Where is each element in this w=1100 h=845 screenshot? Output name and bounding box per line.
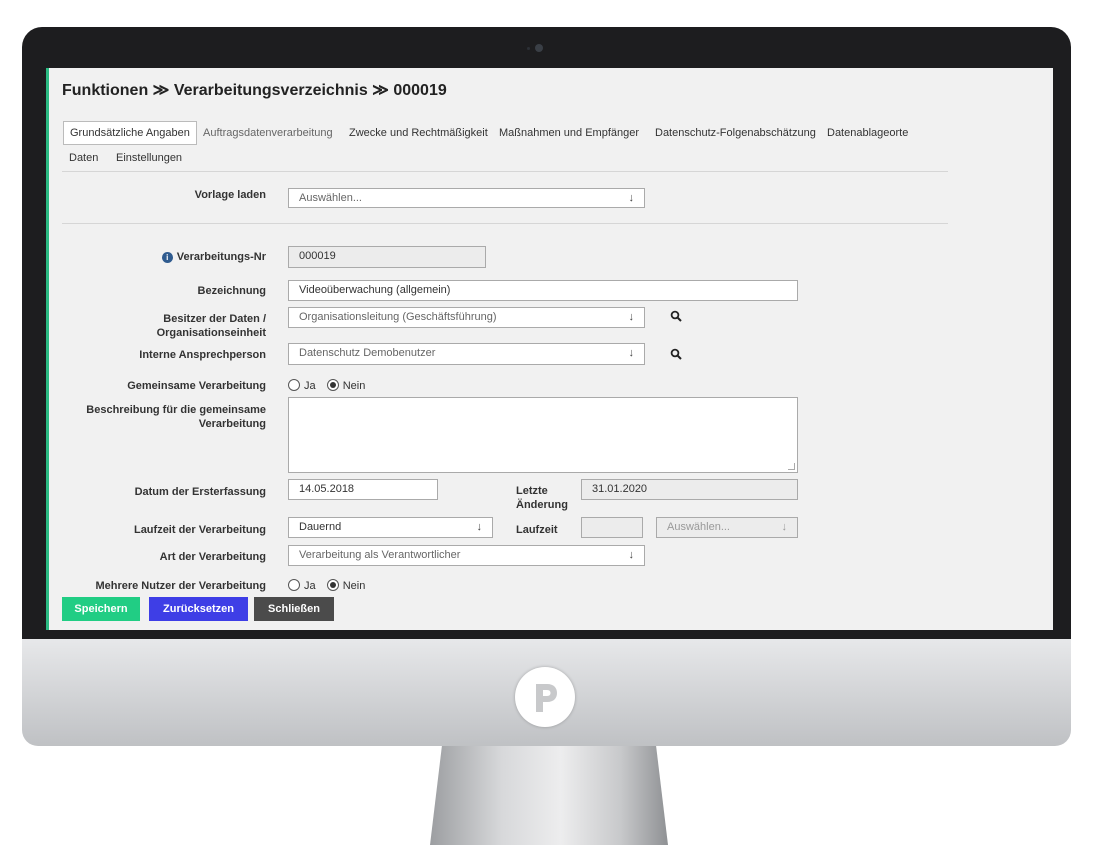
- gemeinsame-verarbeitung-radio-group: Ja Nein: [288, 379, 373, 392]
- logo-p-icon: [536, 684, 557, 712]
- art-verarbeitung-value: Verarbeitung als Verantwortlicher: [299, 549, 461, 561]
- verarbeitungs-nr-label: i Verarbeitungs-Nr: [46, 250, 266, 264]
- letzte-aenderung-field: 31.01.2020: [581, 479, 798, 500]
- letzte-aenderung-label-line-1: Letzte: [516, 485, 548, 497]
- radio-ja-label: Ja: [304, 380, 316, 392]
- brand-logo: [515, 667, 575, 727]
- radio-ja-label: Ja: [304, 580, 316, 592]
- arrow-down-icon: ↓: [628, 549, 635, 561]
- ansprechperson-label: Interne Ansprechperson: [139, 349, 266, 361]
- laufzeit-verarbeitung-select[interactable]: Dauernd ↓: [288, 517, 493, 538]
- tab-dsfa[interactable]: Datenschutz-Folgenabschätzung: [655, 127, 816, 139]
- mehrere-nutzer-radio-group: Ja Nein: [288, 579, 373, 592]
- besitzer-label-line-2: Organisationseinheit: [156, 327, 266, 339]
- ansprechperson-value: Datenschutz Demobenutzer: [299, 347, 436, 359]
- vorlage-label: Vorlage laden: [194, 189, 266, 201]
- tab-einstellungen[interactable]: Einstellungen: [116, 152, 182, 164]
- art-verarbeitung-select[interactable]: Verarbeitung als Verantwortlicher ↓: [288, 545, 645, 566]
- radio-ja[interactable]: [288, 579, 300, 591]
- radio-nein[interactable]: [326, 379, 339, 391]
- bezeichnung-label: Bezeichnung: [197, 285, 266, 297]
- letzte-aenderung-label-line-2: Änderung: [516, 499, 568, 511]
- arrow-down-icon: ↓: [628, 192, 635, 204]
- datum-ersterfassung-label: Datum der Ersterfassung: [134, 486, 266, 498]
- close-button[interactable]: Schließen: [254, 597, 334, 621]
- besitzer-label-line-1: Besitzer der Daten /: [163, 313, 266, 325]
- bezeichnung-input[interactable]: Videoüberwachung (allgemein): [288, 280, 798, 301]
- ansprechperson-select[interactable]: Datenschutz Demobenutzer ↓: [288, 343, 645, 365]
- beschreibung-label-line-1: Beschreibung für die gemeinsame: [86, 404, 266, 416]
- tab-auftragsdatenverarbeitung[interactable]: Auftragsdatenverarbeitung: [203, 127, 333, 139]
- art-verarbeitung-label: Art der Verarbeitung: [159, 551, 266, 563]
- tab-massnahmen[interactable]: Maßnahmen und Empfänger: [499, 127, 639, 139]
- laufzeit-verarbeitung-label: Laufzeit der Verarbeitung: [133, 524, 266, 536]
- search-icon[interactable]: [670, 310, 682, 322]
- beschreibung-label-line-2: Verarbeitung: [198, 418, 266, 430]
- radio-nein-label: Nein: [342, 580, 366, 592]
- arrow-down-icon: ↓: [628, 347, 635, 359]
- beschreibung-textarea[interactable]: [288, 397, 798, 473]
- info-icon[interactable]: i: [161, 252, 173, 263]
- laufzeit-einheit-select[interactable]: Auswählen... ↓: [656, 517, 798, 538]
- beschreibung-label: Beschreibung für die gemeinsame Verarbeit…: [46, 403, 266, 431]
- mehrere-nutzer-label: Mehrere Nutzer der Verarbeitung: [95, 580, 266, 592]
- resize-handle[interactable]: [788, 463, 795, 470]
- radio-nein-label: Nein: [342, 380, 366, 392]
- radio-ja[interactable]: [288, 379, 300, 391]
- besitzer-select[interactable]: Organisationsleitung (Geschäftsführung) …: [288, 307, 645, 328]
- divider: [62, 223, 948, 224]
- vorlage-placeholder: Auswählen...: [299, 192, 362, 204]
- laufzeit-label: Laufzeit: [516, 524, 558, 536]
- vorlage-select[interactable]: Auswählen... ↓: [288, 188, 645, 208]
- tab-zwecke[interactable]: Zwecke und Rechtmäßigkeit: [349, 127, 488, 139]
- tab-daten[interactable]: Daten: [69, 152, 98, 164]
- verarbeitungs-nr-field: 000019: [288, 246, 486, 268]
- radio-nein[interactable]: [326, 579, 339, 591]
- gemeinsame-verarbeitung-label: Gemeinsame Verarbeitung: [127, 380, 266, 392]
- verarbeitungs-nr-label-text: Verarbeitungs-Nr: [176, 251, 266, 263]
- save-button[interactable]: Speichern: [62, 597, 140, 621]
- besitzer-value: Organisationsleitung (Geschäftsführung): [299, 311, 497, 323]
- divider: [62, 171, 948, 172]
- besitzer-label: Besitzer der Daten / Organisationseinheit: [46, 312, 266, 340]
- page-title: Funktionen ≫ Verarbeitungsverzeichnis ≫ …: [62, 82, 447, 99]
- datum-ersterfassung-input[interactable]: 14.05.2018: [288, 479, 438, 500]
- arrow-down-icon: ↓: [628, 311, 635, 323]
- app-screen: Funktionen ≫ Verarbeitungsverzeichnis ≫ …: [46, 68, 1053, 630]
- camera-icon: [535, 44, 543, 52]
- camera-indicator: [527, 47, 530, 50]
- letzte-aenderung-label: Letzte Änderung: [516, 484, 576, 512]
- monitor-stand: [430, 746, 668, 845]
- arrow-down-icon: ↓: [476, 521, 483, 533]
- tab-datenablageorte[interactable]: Datenablageorte: [827, 127, 908, 139]
- laufzeit-einheit-placeholder: Auswählen...: [667, 521, 730, 533]
- laufzeit-verarbeitung-value: Dauernd: [299, 521, 342, 533]
- arrow-down-icon: ↓: [781, 521, 788, 533]
- tab-grundsaetzliche-angaben[interactable]: Grundsätzliche Angaben: [63, 121, 197, 145]
- laufzeit-input[interactable]: [581, 517, 643, 538]
- reset-button[interactable]: Zurücksetzen: [149, 597, 248, 621]
- search-icon[interactable]: [670, 348, 682, 360]
